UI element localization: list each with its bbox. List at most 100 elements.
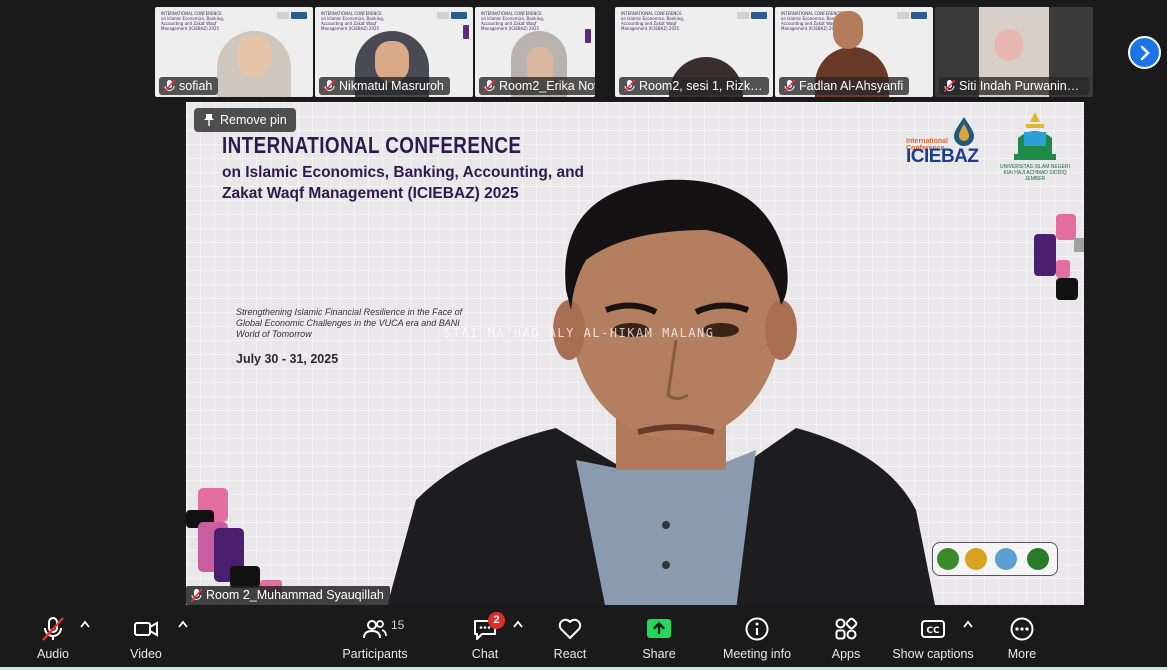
participant-thumbnail[interactable]: INTERNATIONAL CONFERENCE on Islamic Econ… — [475, 7, 595, 97]
slide-title: INTERNATIONAL CONFERENCE — [222, 132, 522, 158]
react-label: React — [553, 647, 587, 661]
more-label: More — [1007, 647, 1037, 661]
muted-mic-icon — [42, 617, 64, 641]
muted-mic-icon — [944, 80, 955, 92]
speaker-video-feed — [387, 179, 935, 605]
chat-unread-badge: 2 — [488, 612, 505, 629]
partner-logo-icon — [937, 548, 959, 570]
thumbnail-slide-text: INTERNATIONAL CONFERENCE on Islamic Econ… — [321, 11, 385, 31]
partner-logo-icon — [965, 548, 987, 570]
speaker-name: Room 2_Muhammad Syauqillah — [206, 588, 384, 602]
participant-name-tag: Siti Indah Purwaning ... — [939, 77, 1089, 95]
participants-label: Participants — [342, 647, 408, 661]
thumbnail-slide-text: INTERNATIONAL CONFERENCE on Islamic Econ… — [621, 11, 685, 31]
muted-mic-icon — [484, 80, 495, 92]
participant-name: Room2, sesi 1, Rizkia... — [639, 79, 769, 93]
participant-thumbnail[interactable]: INTERNATIONAL CONFERENCE on Islamic Econ… — [155, 7, 313, 97]
heart-icon — [558, 618, 582, 639]
participant-name: Siti Indah Purwaning ... — [959, 79, 1088, 93]
thumbnail-slide-text: INTERNATIONAL CONFERENCE on Islamic Econ… — [161, 11, 225, 31]
participant-face — [995, 29, 1023, 61]
remove-pin-button[interactable]: Remove pin — [194, 108, 296, 132]
university-name: UNIVERSITAS ISLAM NEGERI KIAI HAJI ACHMA… — [1000, 164, 1070, 182]
logo-icon — [437, 12, 449, 19]
share-screen-button[interactable]: Share — [630, 612, 688, 664]
participant-name-tag: Room2_Erika Novita ... — [479, 77, 595, 95]
participants-icon — [363, 620, 387, 639]
participant-name-tag: Room2, sesi 1, Rizkia... — [619, 77, 769, 95]
participant-name-tag: Fadlan Al-Ahsyanfi — [779, 77, 910, 95]
next-page-button[interactable] — [1128, 36, 1161, 69]
audio-label: Audio — [37, 647, 69, 661]
participant-name: Nikmatul Masruroh — [339, 79, 444, 93]
participant-thumbnail[interactable]: INTERNATIONAL CONFERENCE on Islamic Econ… — [315, 7, 473, 97]
video-camera-icon — [134, 621, 158, 637]
slide-date: July 30 - 31, 2025 — [236, 352, 339, 366]
video-options-caret-icon[interactable] — [178, 620, 188, 628]
slide-decoration — [463, 25, 469, 39]
meeting-info-label: Meeting info — [722, 647, 792, 661]
logo-icon — [277, 12, 289, 19]
muted-mic-icon — [624, 80, 635, 92]
remove-pin-label: Remove pin — [220, 113, 287, 127]
participant-name: sofiah — [179, 79, 213, 93]
participant-name-tag: sofiah — [159, 77, 219, 95]
muted-mic-icon — [164, 80, 175, 92]
logo-icon — [911, 12, 927, 19]
captions-options-caret-icon[interactable] — [963, 620, 973, 628]
info-icon — [745, 617, 769, 641]
participant-thumbnail[interactable]: Siti Indah Purwaning ... — [935, 7, 1093, 97]
participants-count: 15 — [391, 618, 405, 632]
apps-grid-icon — [835, 617, 858, 640]
video-button[interactable]: Video — [116, 612, 176, 664]
participant-name: Fadlan Al-Ahsyanfi — [799, 79, 904, 93]
partner-logo-icon — [995, 548, 1017, 570]
participant-face — [833, 11, 863, 49]
logo-icon — [451, 12, 467, 19]
thumbnail-slide-text: INTERNATIONAL CONFERENCE on Islamic Econ… — [481, 11, 545, 31]
captions-label: Show captions — [892, 647, 974, 661]
logo-text: ICIEBAZ — [906, 146, 979, 167]
audio-button[interactable]: Audio — [22, 612, 84, 664]
apps-label: Apps — [831, 647, 861, 661]
muted-mic-icon — [191, 589, 202, 602]
chat-label: Chat — [471, 647, 499, 661]
svg-text:CC: CC — [926, 626, 940, 636]
pin-icon — [204, 114, 214, 126]
watermark-text: STAI MA'HAD ALY AL-HIKAM MALANG — [444, 326, 715, 340]
muted-mic-icon — [324, 80, 335, 92]
university-emblem-icon — [1014, 112, 1056, 160]
university-logo: UNIVERSITAS ISLAM NEGERI KIAI HAJI ACHMA… — [1000, 110, 1070, 182]
partner-logo-icon — [1027, 548, 1049, 570]
pinned-speaker-video[interactable]: Remove pin INTERNATIONAL CONFERENCE on I… — [186, 102, 1084, 605]
partner-logos — [932, 542, 1058, 576]
react-button[interactable]: React — [540, 612, 600, 664]
audio-options-caret-icon[interactable] — [80, 620, 90, 628]
participant-thumbnail[interactable]: INTERNATIONAL CONFERENCE on Islamic Econ… — [615, 7, 773, 97]
logo-icon — [291, 12, 307, 19]
logo-icon — [737, 12, 749, 19]
logo-icon — [897, 12, 909, 19]
participant-thumbnail-strip: INTERNATIONAL CONFERENCE on Islamic Econ… — [155, 7, 1115, 97]
meeting-info-button[interactable]: Meeting info — [718, 612, 796, 664]
chat-options-caret-icon[interactable] — [513, 620, 523, 628]
closed-captions-icon: CC — [921, 620, 945, 638]
speaker-name-tag: Room 2_Muhammad Syauqillah — [186, 586, 390, 605]
share-label: Share — [642, 647, 676, 661]
more-options-icon — [1010, 617, 1034, 641]
muted-mic-icon — [784, 80, 795, 92]
participant-name: Room2_Erika Novita ... — [499, 79, 595, 93]
apps-button[interactable]: Apps — [820, 612, 872, 664]
participant-face — [237, 35, 271, 77]
participant-thumbnail[interactable]: INTERNATIONAL CONFERENCE on Islamic Econ… — [775, 7, 933, 97]
iciebaz-logo: International Conference ICIEBAZ — [904, 116, 986, 172]
more-button[interactable]: More — [998, 612, 1046, 664]
zoom-meeting-window: INTERNATIONAL CONFERENCE on Islamic Econ… — [0, 0, 1167, 670]
slide-decoration — [1034, 214, 1084, 300]
participant-name-tag: Nikmatul Masruroh — [319, 77, 450, 95]
share-screen-icon — [647, 619, 671, 638]
video-label: Video — [130, 647, 162, 661]
slide-decoration — [585, 29, 591, 43]
logo-icon — [751, 12, 767, 19]
meeting-toolbar: Audio Video Participants 15 Chat 2 React… — [0, 608, 1167, 670]
